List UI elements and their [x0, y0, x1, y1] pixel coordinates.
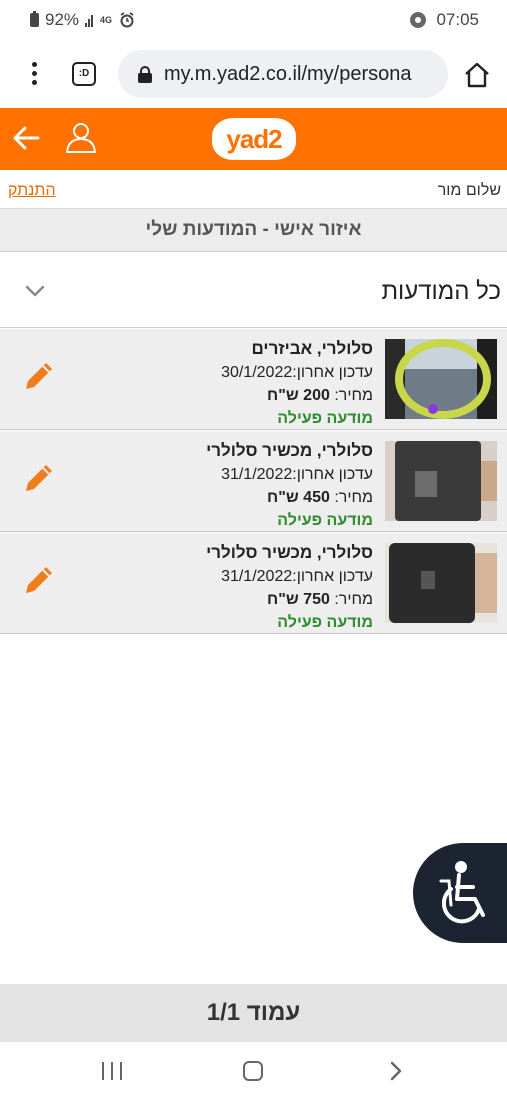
- listing-price: מחיר: 750 ש"ח: [267, 591, 373, 608]
- listing-thumbnail[interactable]: [385, 339, 497, 419]
- listing-item[interactable]: סלולרי, מכשיר סלולרי עדכון אחרון:31/1/20…: [0, 431, 507, 532]
- listing-status: מודעה פעילה: [277, 614, 373, 631]
- site-header: yad2: [0, 108, 507, 170]
- alarm-icon: [120, 12, 134, 28]
- listing-updated: עדכון אחרון:31/1/2022: [221, 568, 373, 585]
- listing-title: סלולרי, אביזרים: [251, 339, 373, 358]
- chevron-down-icon: [26, 285, 44, 297]
- listing-updated: עדכון אחרון:31/1/2022: [221, 466, 373, 483]
- tab-switcher-button[interactable]: :D: [72, 62, 96, 86]
- home-icon[interactable]: [463, 62, 491, 88]
- clock: 07:05: [436, 10, 479, 29]
- system-nav-bar: [0, 1042, 507, 1100]
- menu-dots-icon[interactable]: [26, 62, 42, 86]
- logo-text: yad2: [226, 123, 282, 154]
- accessibility-button[interactable]: [413, 843, 507, 943]
- browser-toolbar: :D my.m.yad2.co.il/my/persona: [0, 40, 507, 108]
- ads-filter-dropdown[interactable]: כל המודעות: [0, 252, 507, 328]
- wheelchair-icon: [439, 861, 485, 924]
- yad2-logo[interactable]: yad2: [212, 118, 296, 160]
- user-icon[interactable]: [64, 120, 98, 154]
- pencil-icon[interactable]: [22, 461, 56, 495]
- listing-updated: עדכון אחרון:30/1/2022: [221, 364, 373, 381]
- status-bar: 92% 4G 07:05: [0, 0, 507, 40]
- battery-level: 92%: [45, 10, 80, 29]
- listing-title: סלולרי, מכשיר סלולרי: [206, 441, 373, 460]
- filter-label: כל המודעות: [381, 278, 501, 305]
- listing-thumbnail[interactable]: [385, 543, 497, 623]
- signal-icon: [85, 13, 94, 27]
- recent-apps-icon[interactable]: [102, 1062, 122, 1080]
- greeting-row: שלום מור התנתק: [0, 170, 507, 208]
- listing-status: מודעה פעילה: [277, 410, 373, 427]
- logout-link[interactable]: התנתק: [8, 182, 56, 200]
- chrome-icon: [410, 12, 427, 28]
- pagination: עמוד 1/1: [0, 984, 507, 1042]
- listing-price: מחיר: 200 ש"ח: [267, 387, 373, 404]
- listing-price: מחיר: 450 ש"ח: [267, 489, 373, 506]
- listing-status: מודעה פעילה: [277, 512, 373, 529]
- arrow-left-icon[interactable]: [12, 124, 40, 152]
- pencil-icon[interactable]: [22, 563, 56, 597]
- home-button-icon[interactable]: [243, 1061, 263, 1081]
- listing-thumbnail[interactable]: [385, 441, 497, 521]
- listing-item[interactable]: סלולרי, אביזרים עדכון אחרון:30/1/2022 מח…: [0, 329, 507, 430]
- listing-item[interactable]: סלולרי, מכשיר סלולרי עדכון אחרון:31/1/20…: [0, 533, 507, 634]
- listing-title: סלולרי, מכשיר סלולרי: [206, 543, 373, 562]
- greeting-text: שלום מור: [437, 182, 501, 199]
- pencil-icon[interactable]: [22, 359, 56, 393]
- page-title: איזור אישי - המודעות שלי: [0, 208, 507, 252]
- battery-icon: [30, 11, 39, 27]
- address-bar[interactable]: my.m.yad2.co.il/my/persona: [118, 50, 448, 98]
- lock-icon: [138, 66, 152, 83]
- chevron-right-icon[interactable]: [386, 1060, 406, 1082]
- network-type: 4G: [100, 14, 113, 25]
- url-text: my.m.yad2.co.il/my/persona: [164, 62, 412, 85]
